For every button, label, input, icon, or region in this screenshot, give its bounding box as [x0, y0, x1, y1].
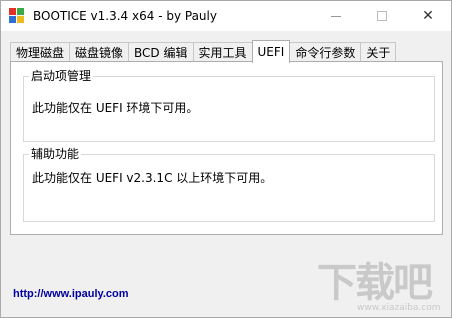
close-button[interactable]: ✕ [405, 1, 451, 31]
tab-disk-image[interactable]: 磁盘镜像 [69, 42, 130, 62]
boot-manager-group: 启动项管理 此功能仅在 UEFI 环境下可用。 [23, 68, 435, 142]
watermark-url: www.xiazaiba.com [357, 303, 441, 313]
tab-command-line[interactable]: 命令行参数 [289, 42, 362, 62]
boot-manager-group-title: 启动项管理 [29, 68, 94, 84]
tab-bcd-edit[interactable]: BCD 编辑 [128, 42, 194, 62]
tab-utilities[interactable]: 实用工具 [192, 42, 253, 62]
tab-about[interactable]: 关于 [360, 42, 397, 62]
website-link[interactable]: http://www.ipauly.com [13, 288, 129, 300]
app-icon [9, 8, 25, 24]
app-window: BOOTICE v1.3.4 x64 - by Pauly ✕ 物理磁盘 磁盘镜… [0, 0, 452, 318]
watermark-logo: 下载吧 www.xiazaiba.com [317, 263, 447, 315]
maximize-button[interactable] [359, 1, 405, 31]
window-title: BOOTICE v1.3.4 x64 - by Pauly [33, 9, 217, 23]
minimize-button[interactable] [313, 1, 359, 31]
boot-manager-message: 此功能仅在 UEFI 环境下可用。 [32, 101, 199, 115]
auxiliary-group: 辅助功能 此功能仅在 UEFI v2.3.1C 以上环境下可用。 [23, 146, 435, 222]
watermark-text: 下载吧 [317, 260, 433, 306]
tab-physical-disk[interactable]: 物理磁盘 [10, 42, 71, 62]
auxiliary-group-title: 辅助功能 [29, 146, 82, 162]
title-bar[interactable]: BOOTICE v1.3.4 x64 - by Pauly ✕ [1, 1, 451, 31]
maximize-icon [377, 11, 387, 21]
close-icon: ✕ [422, 8, 434, 24]
minimize-icon [331, 15, 341, 17]
auxiliary-message: 此功能仅在 UEFI v2.3.1C 以上环境下可用。 [32, 171, 273, 185]
tab-bar: 物理磁盘 磁盘镜像 BCD 编辑 实用工具 UEFI 命令行参数 关于 [10, 40, 397, 63]
uefi-tab-panel: 启动项管理 此功能仅在 UEFI 环境下可用。 辅助功能 此功能仅在 UEFI … [10, 61, 443, 235]
tab-uefi[interactable]: UEFI [251, 40, 291, 63]
